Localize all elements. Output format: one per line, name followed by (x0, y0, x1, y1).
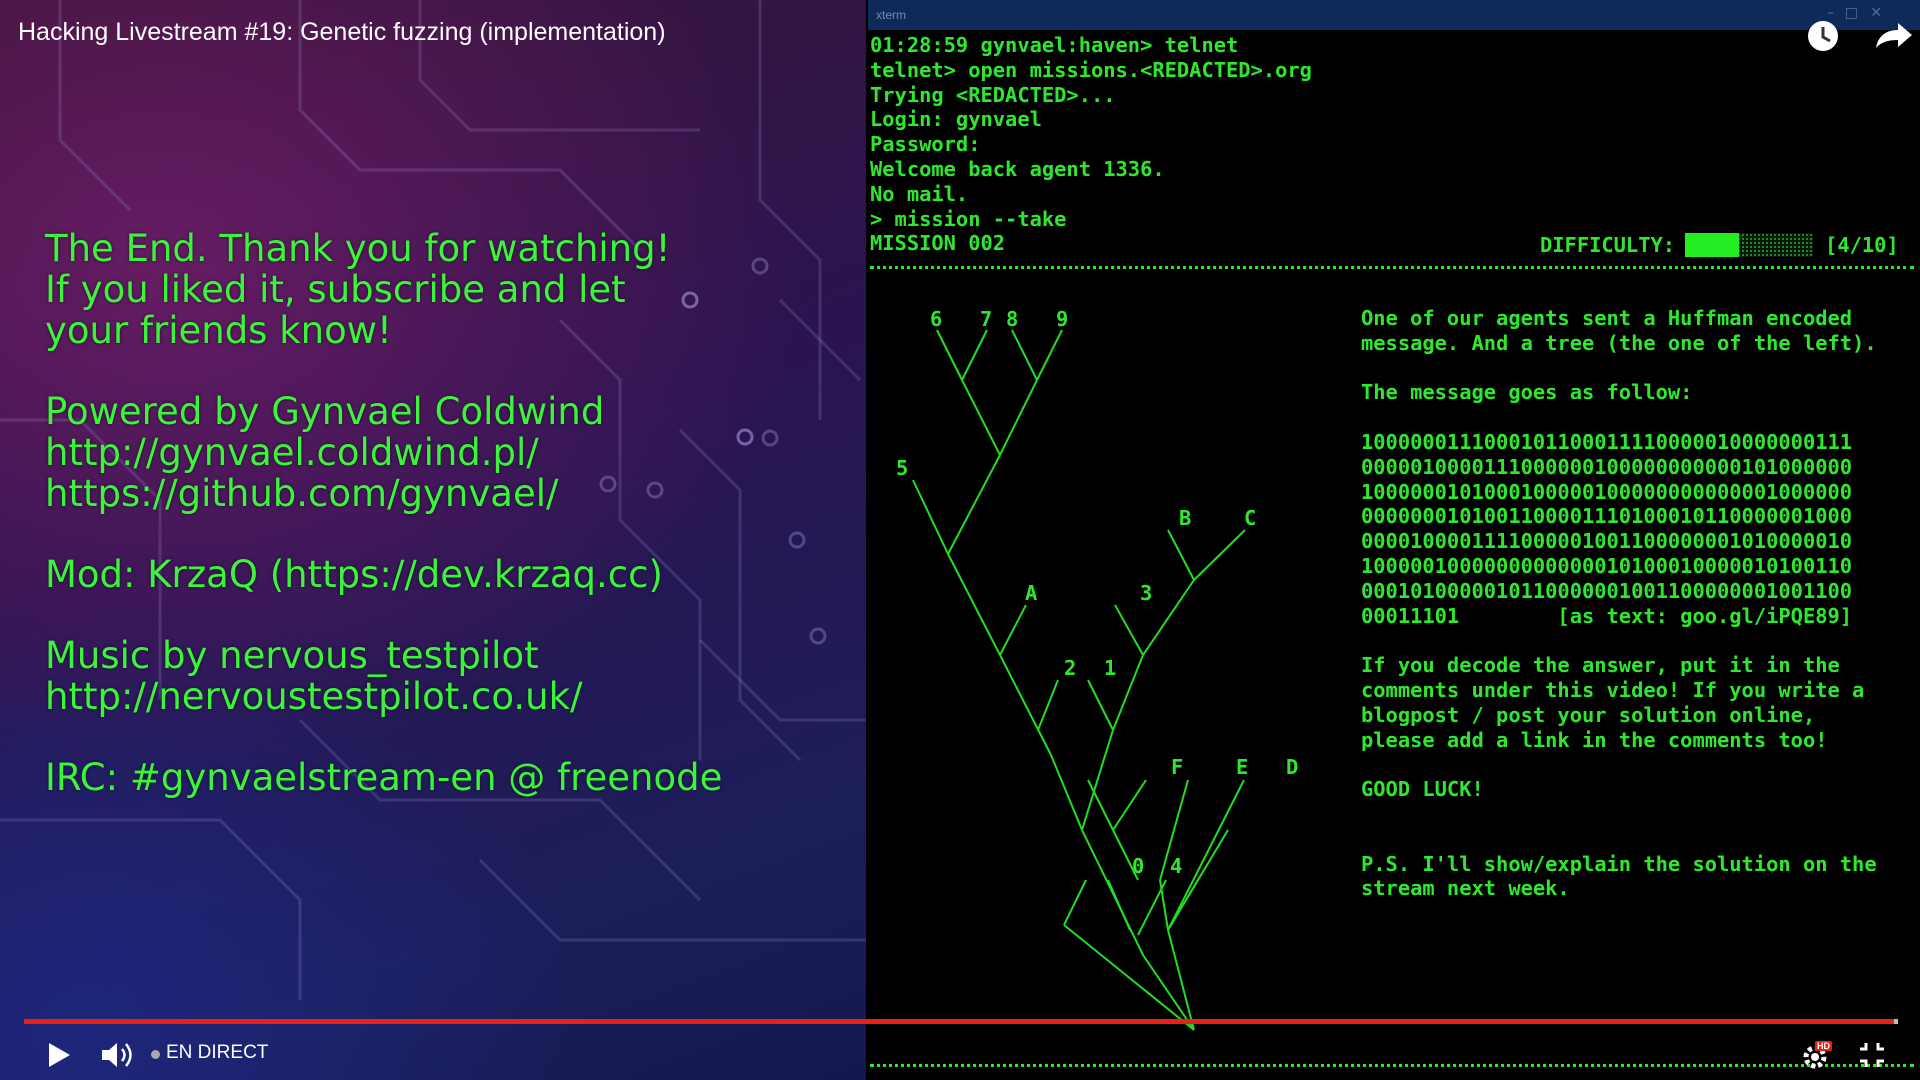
message-line (1361, 802, 1877, 827)
credits-line: The End. Thank you for watching! (45, 227, 671, 270)
clock-icon[interactable] (1808, 21, 1838, 51)
message-line (1361, 827, 1877, 852)
message-line: 0000000101001100001110100010110000001000 (1361, 504, 1853, 529)
tree-label: 4 (1170, 854, 1182, 878)
message-line (1361, 405, 1877, 430)
tree-label: 1 (1104, 656, 1116, 680)
top-icons-svg (1808, 21, 1912, 51)
message-line: 1000000101000100000100000000000001000000 (1361, 479, 1853, 504)
progress-bar[interactable] (24, 1019, 1896, 1024)
credits-line: If you liked it, subscribe and let (45, 268, 626, 311)
message-line: 1000001000000000000010100010000010100110 (1361, 553, 1853, 578)
tree-label: 9 (1056, 307, 1068, 331)
message-line: please add a link in the comments too! (1361, 727, 1828, 752)
volume-icon[interactable] (100, 1040, 136, 1070)
message-line: 00011101 [as text: goo.gl/iPQE89] (1361, 603, 1853, 628)
tree-edges (912, 329, 1246, 1031)
tree-label: C (1244, 506, 1256, 530)
credits-line: Music by nervous_testpilot (45, 634, 539, 677)
message-line: If you decode the answer, put it in the (1361, 653, 1840, 678)
message-line (1361, 356, 1877, 381)
message-line: 0000100001111000001001100000001010000010 (1361, 529, 1853, 554)
message-line: 0000010000111000000100000000000101000000 (1361, 454, 1853, 479)
credits-line: your friends know! (45, 309, 392, 352)
live-label[interactable]: EN DIRECT (166, 1042, 268, 1064)
hd-badge: HD (1815, 1041, 1832, 1051)
message-line: One of our agents sent a Huffman encoded (1361, 306, 1853, 330)
credits-line: Mod: KrzaQ (https://dev.krzaq.cc) (45, 553, 663, 596)
message-line: P.S. I'll show/explain the solution on t… (1361, 851, 1877, 876)
message-line: comments under this video! If you write … (1361, 677, 1865, 702)
tree-label: 7 (980, 307, 992, 331)
message-line (1361, 628, 1877, 653)
live-indicator-dot (151, 1050, 160, 1059)
credits-line: Powered by Gynvael Coldwind (45, 390, 605, 433)
message-line: message. And a tree (the one of the left… (1361, 330, 1877, 355)
credits-text: The End. Thank you for watching! If you l… (45, 228, 845, 798)
message-line: stream next week. (1361, 876, 1570, 901)
tree-label: E (1236, 755, 1248, 779)
credits-line: IRC: #gynvaelstream-en @ freenode (45, 756, 723, 799)
share-icon[interactable] (1876, 23, 1912, 48)
player-top-actions (1780, 14, 1920, 58)
message-line (1361, 752, 1877, 777)
credits-line: https://github.com/gynvael/ (45, 472, 559, 515)
progress-bar-end (1894, 1019, 1898, 1024)
tree-label: 8 (1006, 307, 1018, 331)
message-line: 0001010000010110000001001100000001001100 (1361, 578, 1853, 603)
tree-label: 6 (930, 307, 942, 331)
tree-label: D (1286, 755, 1298, 779)
tree-label: 0 (1132, 854, 1144, 878)
message-line: blogpost / post your solution online, (1361, 702, 1816, 727)
video-title[interactable]: Hacking Livestream #19: Genetic fuzzing … (18, 18, 666, 47)
tree-label: F (1171, 755, 1183, 779)
terminal-window: xterm – □ ✕ 01:28:59 gynvael:haven> teln… (868, 0, 1920, 1080)
tree-label: B (1179, 506, 1191, 530)
tree-label: A (1025, 581, 1037, 605)
tree-label: 2 (1064, 656, 1076, 680)
credits-line: http://nervoustestpilot.co.uk/ (45, 675, 583, 718)
slide-panel: The End. Thank you for watching! If you l… (0, 0, 866, 1080)
play-icon[interactable] (44, 1040, 74, 1070)
message-line: 1000000111000101100011110000010000000111 (1361, 429, 1853, 454)
exit-fullscreen-icon[interactable] (1857, 1040, 1887, 1070)
message-line: GOOD LUCK! (1361, 777, 1484, 802)
player-controls: EN DIRECT HD (0, 1030, 1920, 1080)
tree-label: 3 (1140, 581, 1152, 605)
message-line: The message goes as follow: (1361, 380, 1693, 405)
mission-message: One of our agents sent a Huffman encoded… (1361, 306, 1877, 901)
credits-line: http://gynvael.coldwind.pl/ (45, 431, 539, 474)
tree-label: 5 (896, 456, 908, 480)
